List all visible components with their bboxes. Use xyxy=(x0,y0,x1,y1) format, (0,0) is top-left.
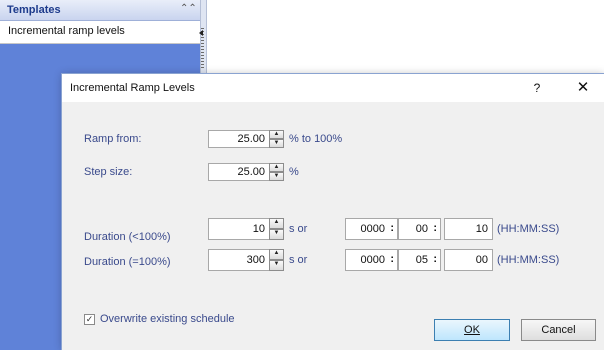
ramp-from-value: 25.00 xyxy=(237,133,265,145)
spin-up-icon[interactable]: ▲ xyxy=(269,130,284,139)
duration-eq100-ss-value: 00 xyxy=(475,254,488,266)
duration-eq100-mm-input[interactable]: 05 : xyxy=(398,249,441,271)
step-size-label: Step size: xyxy=(84,166,133,178)
duration-lt100-hh-value: 0000 xyxy=(360,223,385,235)
step-size-spinner[interactable]: ▲ ▼ xyxy=(269,163,284,181)
duration-eq100-hh-input[interactable]: 0000 : xyxy=(345,249,398,271)
help-button[interactable]: ? xyxy=(528,79,546,97)
colon-separator: : xyxy=(390,222,394,234)
close-button[interactable]: ✕ xyxy=(574,79,592,97)
duration-lt100-format: (HH:MM:SS) xyxy=(497,223,560,235)
spin-down-icon[interactable]: ▼ xyxy=(269,229,284,240)
spin-up-icon[interactable]: ▲ xyxy=(269,249,284,260)
list-item[interactable]: Incremental ramp levels xyxy=(0,21,200,44)
spin-up-icon[interactable]: ▲ xyxy=(269,163,284,172)
step-size-unit: % xyxy=(289,166,299,178)
spin-down-icon[interactable]: ▼ xyxy=(269,260,284,271)
ok-button-label: OK xyxy=(464,324,480,336)
cancel-button-label: Cancel xyxy=(541,324,576,336)
colon-separator: : xyxy=(390,253,394,265)
duration-eq100-seconds-value: 300 xyxy=(246,254,265,266)
ramp-from-input[interactable]: 25.00 ▲ ▼ xyxy=(208,130,284,148)
duration-eq100-ss-input[interactable]: 00 xyxy=(444,249,493,271)
templates-header[interactable]: Templates ⌃⌃ xyxy=(0,0,200,21)
duration-eq100-or: s or xyxy=(289,254,308,266)
duration-lt100-ss-value: 10 xyxy=(475,223,488,235)
duration-lt100-hh-input[interactable]: 0000 : xyxy=(345,218,398,240)
overwrite-checkbox[interactable]: ✓ xyxy=(84,314,95,325)
duration-lt100-or: s or xyxy=(289,223,308,235)
duration-eq100-spinner[interactable]: ▲ ▼ xyxy=(269,249,284,271)
duration-eq100-label: Duration (=100%) xyxy=(84,256,171,268)
ramp-from-label: Ramp from: xyxy=(84,133,142,145)
duration-eq100-hh-value: 0000 xyxy=(360,254,385,266)
step-size-value: 25.00 xyxy=(237,166,265,178)
ramp-from-unit: % to 100% xyxy=(289,133,343,145)
duration-lt100-ss-input[interactable]: 10 xyxy=(444,218,493,240)
ok-button[interactable]: OK xyxy=(434,319,510,341)
templates-title: Templates xyxy=(7,4,61,16)
collapse-icon[interactable]: ⌃⌃ xyxy=(180,2,197,16)
duration-lt100-mm-value: 00 xyxy=(415,223,428,235)
duration-lt100-spinner[interactable]: ▲ ▼ xyxy=(269,218,284,240)
colon-separator: : xyxy=(433,253,437,265)
collapse-arrow-icon[interactable] xyxy=(199,30,203,36)
dialog-title-bar: Incremental Ramp Levels ? ✕ xyxy=(62,74,604,102)
overwrite-label[interactable]: Overwrite existing schedule xyxy=(100,313,235,325)
duration-lt100-mm-input[interactable]: 00 : xyxy=(398,218,441,240)
spin-down-icon[interactable]: ▼ xyxy=(269,139,284,148)
duration-lt100-seconds-input[interactable]: 10 ▲ ▼ xyxy=(208,218,284,240)
duration-eq100-seconds-input[interactable]: 300 ▲ ▼ xyxy=(208,249,284,271)
ramp-from-spinner[interactable]: ▲ ▼ xyxy=(269,130,284,148)
duration-eq100-mm-value: 05 xyxy=(415,254,428,266)
duration-lt100-label: Duration (<100%) xyxy=(84,231,171,243)
cancel-button[interactable]: Cancel xyxy=(521,319,596,341)
colon-separator: : xyxy=(433,222,437,234)
spin-up-icon[interactable]: ▲ xyxy=(269,218,284,229)
incremental-ramp-dialog: Incremental Ramp Levels ? ✕ Ramp from: 2… xyxy=(62,74,604,350)
list-item-label: Incremental ramp levels xyxy=(8,25,125,37)
duration-eq100-format: (HH:MM:SS) xyxy=(497,254,560,266)
spin-down-icon[interactable]: ▼ xyxy=(269,172,284,181)
check-icon: ✓ xyxy=(85,314,94,324)
dialog-title: Incremental Ramp Levels xyxy=(70,82,195,94)
step-size-input[interactable]: 25.00 ▲ ▼ xyxy=(208,163,284,181)
duration-lt100-seconds-value: 10 xyxy=(252,223,265,235)
